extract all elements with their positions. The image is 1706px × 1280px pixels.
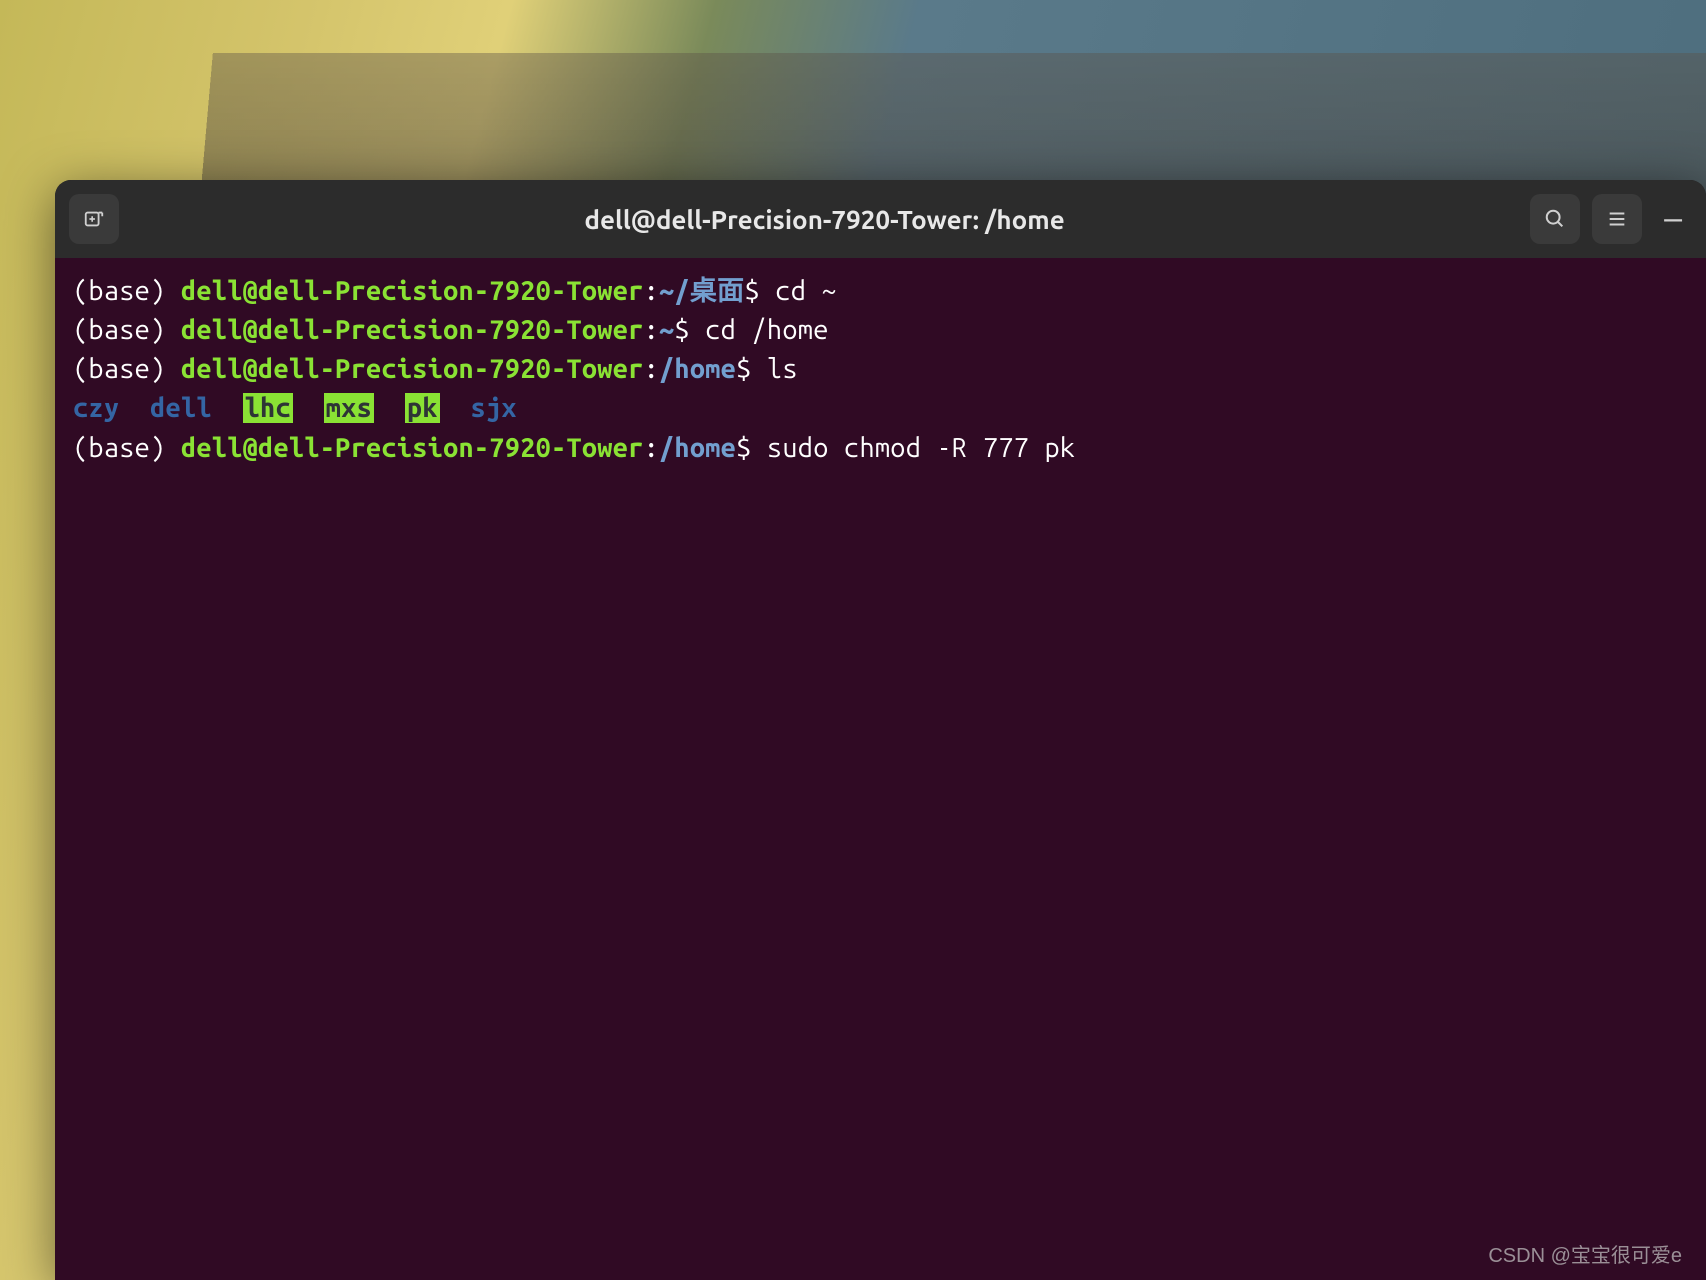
window-title: dell@dell-Precision-7920-Tower: /home	[131, 205, 1518, 234]
colon: :	[644, 276, 659, 306]
terminal-line: (base) dell@dell-Precision-7920-Tower:~$…	[73, 311, 1688, 350]
search-button[interactable]	[1530, 194, 1580, 244]
colon: :	[644, 354, 659, 384]
path-suffix: /桌面	[674, 276, 744, 306]
user-host: dell@dell-Precision-7920-Tower	[181, 354, 644, 384]
terminal-line: (base) dell@dell-Precision-7920-Tower:/h…	[73, 350, 1688, 389]
path: /home	[659, 433, 736, 463]
path-tilde: ~	[659, 315, 674, 345]
command-text: ls	[752, 354, 798, 384]
new-tab-button[interactable]	[69, 194, 119, 244]
search-icon	[1544, 208, 1566, 230]
menu-button[interactable]	[1592, 194, 1642, 244]
titlebar-right: —	[1530, 194, 1692, 244]
command-text: cd /home	[690, 315, 829, 345]
terminal-content[interactable]: (base) dell@dell-Precision-7920-Tower:~/…	[55, 258, 1706, 1280]
titlebar: dell@dell-Precision-7920-Tower: /home —	[55, 180, 1706, 258]
user-host: dell@dell-Precision-7920-Tower	[181, 276, 644, 306]
prompt-sign: $	[736, 433, 751, 463]
dir-czy: czy	[73, 393, 119, 423]
ls-output-line: czy dell lhc mxs pk sjx	[73, 389, 1688, 428]
watermark: CSDN @宝宝很可爱e	[1488, 1239, 1682, 1268]
user-host: dell@dell-Precision-7920-Tower	[181, 433, 644, 463]
minimize-button[interactable]: —	[1654, 201, 1692, 237]
prompt-sign: $	[736, 354, 751, 384]
path: /home	[659, 354, 736, 384]
minimize-icon: —	[1664, 201, 1682, 237]
terminal-line: (base) dell@dell-Precision-7920-Tower:~/…	[73, 272, 1688, 311]
user-host: dell@dell-Precision-7920-Tower	[181, 315, 644, 345]
path-tilde: ~	[659, 276, 674, 306]
dir-lhc: lhc	[243, 393, 293, 423]
terminal-line: (base) dell@dell-Precision-7920-Tower:/h…	[73, 429, 1688, 468]
terminal-window: dell@dell-Precision-7920-Tower: /home —	[55, 180, 1706, 1280]
prompt-sign: $	[744, 276, 759, 306]
env-indicator: (base)	[73, 315, 181, 345]
new-tab-icon	[83, 208, 105, 230]
colon: :	[644, 433, 659, 463]
env-indicator: (base)	[73, 276, 181, 306]
dir-sjx: sjx	[471, 393, 517, 423]
dir-pk: pk	[405, 393, 440, 423]
dir-mxs: mxs	[324, 393, 374, 423]
colon: :	[644, 315, 659, 345]
command-text: cd ~	[760, 276, 837, 306]
command-text: sudo chmod -R 777 pk	[752, 433, 1076, 463]
prompt-sign: $	[674, 315, 689, 345]
menu-icon	[1606, 208, 1628, 230]
env-indicator: (base)	[73, 433, 181, 463]
env-indicator: (base)	[73, 354, 181, 384]
dir-dell: dell	[150, 393, 212, 423]
